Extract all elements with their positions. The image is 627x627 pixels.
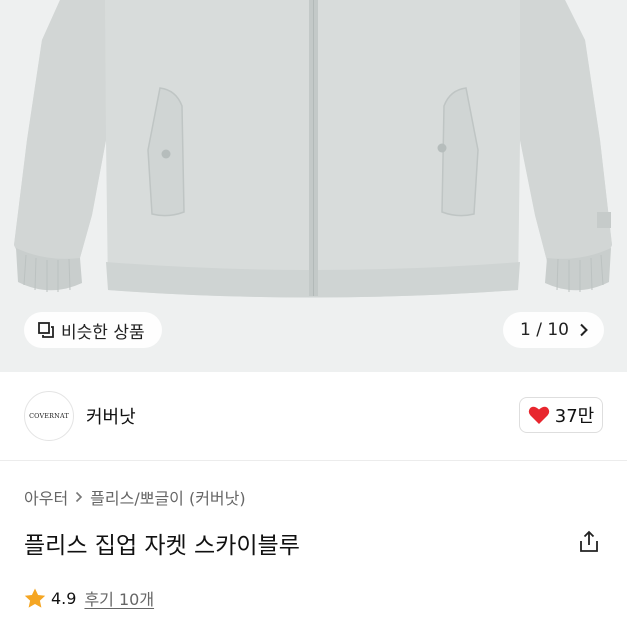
reviews-link[interactable]: 후기 10개 [84, 586, 154, 610]
product-rating: 4.9 후기 10개 [24, 586, 154, 610]
breadcrumb: 아우터 플리스/뽀글이 (커버낫) [24, 485, 246, 509]
image-counter-button[interactable]: 1 / 10 [503, 312, 604, 348]
brand-logo[interactable]: COVERNAT [24, 391, 74, 441]
share-icon[interactable] [577, 530, 601, 554]
brand-name[interactable]: 커버낫 [86, 403, 136, 429]
similar-products-label: 비슷한 상품 [61, 322, 145, 343]
product-title: 플리스 집업 자켓 스카이블루 [24, 533, 300, 559]
like-button[interactable]: 37만 [519, 397, 603, 433]
like-count: 37만 [554, 406, 595, 427]
product-image-gallery[interactable]: 비슷한 상품 1 / 10 [0, 0, 627, 372]
image-counter: 1 / 10 [520, 320, 569, 340]
brand-row: COVERNAT 커버낫 37만 [0, 372, 627, 460]
copy-icon [38, 322, 54, 338]
breadcrumb-item-fleece[interactable]: 플리스/뽀글이 (커버낫) [90, 485, 245, 509]
similar-products-button[interactable]: 비슷한 상품 [24, 312, 162, 348]
brand-logo-text: COVERNAT [29, 412, 69, 420]
rating-score: 4.9 [51, 588, 77, 608]
breadcrumb-item-outer[interactable]: 아우터 [24, 485, 68, 509]
heart-icon [528, 406, 549, 424]
star-icon [24, 588, 46, 608]
divider [0, 460, 627, 461]
chevron-right-icon [76, 491, 83, 503]
chevron-right-icon [580, 323, 588, 337]
